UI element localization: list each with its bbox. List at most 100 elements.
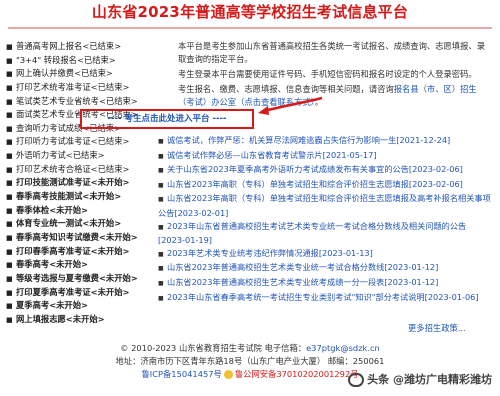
sidebar-item[interactable]: ■ 春季高考知识考试缴费<未开始> (6, 231, 154, 245)
sidebar-item[interactable]: ■ "3+4" 转段报名<已结束> (6, 54, 154, 68)
icp-link[interactable]: 鲁ICP备15041457号 (141, 369, 221, 379)
bullet-icon: ■ (158, 181, 164, 189)
news-item[interactable]: ■ 诚信考试作弊必惩—山东省教育考试警示片[2021-05-17] (158, 149, 492, 164)
sidebar-item[interactable]: ■ 等级考选报与夏考缴费<未开始> (6, 272, 154, 286)
watermark-text: 头条 @潍坊广电精彩潍坊 (367, 373, 492, 386)
bullet-icon: ■ (158, 167, 164, 175)
sidebar: ■ 普通高考网上报名<已结束> ■ "3+4" 转段报名<已结束> ■ 网上确认并缴费… (6, 40, 154, 326)
sidebar-item[interactable]: ■ 春季高考<未开始> (6, 258, 154, 272)
bullet-icon: ■ (158, 250, 164, 258)
sidebar-item-label[interactable]: 春季高考<未开始> (16, 259, 88, 269)
sidebar-item-label[interactable]: 打印听力考试准考证<已结束> (16, 136, 129, 146)
bullet-icon: ■ (6, 83, 13, 92)
bullet-icon: ■ (6, 315, 13, 324)
news-title[interactable]: 2023年山东省普通高校招生考试艺术类专业统一考试合格分数线及相关问题的公告[2… (158, 221, 466, 246)
sidebar-item[interactable]: ■ 打印艺术统考准考证<已结束> (6, 81, 154, 95)
sidebar-item[interactable]: ■ 打印夏季高考准考证<未开始> (6, 286, 154, 300)
sidebar-item[interactable]: ■ 打印听力考试准考证<已结束> (6, 135, 154, 149)
sidebar-item-label[interactable]: 打印夏季高考准考证<未开始> (16, 287, 129, 297)
sidebar-item[interactable]: ■ 网上填报志愿<未开始> (6, 313, 154, 327)
bullet-icon: ■ (6, 220, 13, 229)
notice-text-a: 考生报名、缴费、志愿填报、信息查询等相关问题，请咨询 (178, 84, 394, 94)
bullet-icon: ■ (6, 274, 13, 283)
bullet-icon: ■ (6, 70, 13, 79)
copyright-text: © 2010-2023 山东省教育招生考试院 电子信箱： (120, 343, 307, 353)
header-divider (8, 27, 492, 29)
footer-line-address: 地址：济南市历下区青年东路18号（山东广电产业大厦） 邮编：250061 (115, 356, 385, 366)
news-title[interactable]: 山东省2023年普通高校招生艺术类专业统考成绩一分一段表[2023-01-12] (167, 277, 438, 287)
bullet-icon: ■ (158, 279, 164, 287)
bullet-icon: ■ (6, 261, 13, 270)
bullet-icon: ■ (6, 165, 13, 174)
sidebar-item-label[interactable]: 外语听力考试<已结束> (16, 150, 105, 160)
news-item[interactable]: ■ 关于山东省2023年夏季高考外语听力考试成绩发布有关事宜的公告[2023-02… (158, 163, 492, 178)
news-item[interactable]: ■ 2023年山东省普通高校招生考试艺术类专业统一考试合格分数线及相关问题的公告[… (158, 220, 492, 247)
sidebar-item-label[interactable]: 打印艺术统考准考证<已结束> (16, 82, 129, 92)
bullet-icon: ■ (158, 265, 164, 273)
bullet-icon: ■ (6, 138, 13, 147)
bullet-icon: ■ (6, 288, 13, 297)
sidebar-item-label[interactable]: 等级考选报与夏考缴费<未开始> (16, 273, 138, 283)
sidebar-item[interactable]: ■ 打印春季高考准考证<未开始> (6, 245, 154, 259)
sidebar-item-label[interactable]: 打印技能测试准考证<未开始> (16, 177, 129, 187)
sidebar-item-label[interactable]: 网上填报志愿<未开始> (16, 314, 105, 324)
sidebar-item[interactable]: ■ 打印艺术统考合格证<已结束> (6, 163, 154, 177)
sidebar-item-label[interactable]: 网上确认并缴费<已结束> (16, 68, 113, 78)
news-item[interactable]: ■ 山东省2023年普通高校招生艺术类专业统一考试合格分数线[2023-01-12… (158, 261, 492, 276)
sidebar-item[interactable]: ■ 春季高考技能测试<未开始> (6, 190, 154, 204)
watermark: 头条 @潍坊广电精彩潍坊 (348, 371, 492, 387)
sidebar-item[interactable]: ■ 春季体检<未开始> (6, 204, 154, 218)
red-arrow-icon (258, 96, 323, 115)
sidebar-item[interactable]: ■ 普通高考网上报名<已结束> (6, 40, 154, 54)
sidebar-item-label[interactable]: 夏季高考<未开始> (16, 300, 88, 310)
news-item[interactable]: ■ 2023年山东省春季高考统一考试招生专业类别考试"知识"部分考试说明[2023… (158, 291, 492, 306)
news-item[interactable]: ■ 山东省2023年普通高校招生艺术类专业统考成绩一分一段表[2023-01-12… (158, 276, 492, 291)
sidebar-item-label[interactable]: 春季高考技能测试<未开始> (16, 191, 121, 201)
bullet-icon: ■ (158, 294, 164, 302)
sidebar-item-label[interactable]: 春季体检<未开始> (16, 205, 88, 215)
sidebar-item-label[interactable]: "3+4" 转段报名<已结束> (16, 55, 116, 65)
sidebar-item-label[interactable]: 普通高考网上报名<已结束> (16, 41, 121, 51)
sidebar-item-label[interactable]: 打印艺术统考合格证<已结束> (16, 164, 129, 174)
sidebar-item[interactable]: ■ 网上确认并缴费<已结束> (6, 67, 154, 81)
news-title[interactable]: 山东省2023年高职（专科）单独考试招生和综合评价招生志愿填报[2023-02-… (167, 179, 463, 189)
sidebar-item[interactable]: ■ 夏季高考<未开始> (6, 299, 154, 313)
bullet-icon: ■ (6, 233, 13, 242)
sidebar-item[interactable]: ■ 打印技能测试准考证<未开始> (6, 176, 154, 190)
sidebar-item[interactable]: ■ 笔试类艺术专业省统考<已结束> (6, 95, 154, 109)
more-policies-link[interactable]: 更多招生政策... (408, 322, 466, 334)
bullet-icon: ■ (158, 223, 164, 231)
news-title[interactable]: 诚信考试，作弊严惩：机关算尽法网难逃霸占失信行为影响一生[2021-12-24] (167, 135, 450, 145)
news-item[interactable]: ■ 诚信考试，作弊严惩：机关算尽法网难逃霸占失信行为影响一生[2021-12-24… (158, 134, 492, 149)
bullet-icon: ■ (6, 97, 13, 106)
notice-paragraph: 本平台是考生参加山东省普通高校招生各类统一考试报名、成绩查询、志愿填报、录取查询… (178, 41, 485, 64)
sidebar-item-label[interactable]: 笔试类艺术专业省统考<已结束> (16, 96, 138, 106)
page-title: 山东省2023年普通高等学校招生考试信息平台 (91, 3, 409, 21)
news-title[interactable]: 山东省2023年普通高校招生艺术类专业统一考试合格分数线[2023-01-12] (167, 262, 438, 272)
sidebar-item[interactable]: ■ 外语听力考试<已结束> (6, 149, 154, 163)
news-title[interactable]: 山东省2023年高职（专科）单独考试招生和综合评价招生志愿填报及高考补报名相关事… (158, 193, 491, 218)
bullet-icon: ■ (6, 247, 13, 256)
news-title[interactable]: 2023年山东省春季高考统一考试招生专业类别考试"知识"部分考试说明[2023-… (167, 292, 479, 302)
page-header: 山东省2023年普通高等学校招生考试信息平台 (0, 0, 500, 24)
news-list: ■ 诚信考试，作弊严惩：机关算尽法网难逃霸占失信行为影响一生[2021-12-24… (158, 134, 492, 305)
enter-platform-label: ---- 考生点击此处进入平台 ---- (107, 114, 227, 124)
news-title[interactable]: 诚信考试作弊必惩—山东省教育考试警示片[2021-05-17] (167, 150, 377, 160)
news-item[interactable]: ■ 山东省2023年高职（专科）单独考试招生和综合评价招生志愿填报[2023-02… (158, 178, 492, 193)
sidebar-item[interactable]: ■ 体育专业统一测试<未开始> (6, 217, 154, 231)
bullet-icon: ■ (158, 138, 164, 145)
record-link[interactable]: 鲁公网安备37010202001292号 (235, 369, 359, 379)
bullet-icon: ■ (6, 152, 13, 161)
news-title[interactable]: 关于山东省2023年夏季高考外语听力考试成绩发布有关事宜的公告[2023-02-… (167, 164, 463, 174)
news-item[interactable]: ■ 2023年艺术类专业统考违纪作弊情况通报[2023-01-13] (158, 247, 492, 262)
news-title[interactable]: 2023年艺术类专业统考违纪作弊情况通报[2023-01-13] (167, 248, 373, 258)
sidebar-item-label[interactable]: 打印春季高考准考证<未开始> (16, 246, 129, 256)
news-item[interactable]: ■ 山东省2023年高职（专科）单独考试招生和综合评价招生志愿填报及高考补报名相关… (158, 192, 492, 219)
toutiao-logo-icon (348, 373, 365, 387)
bullet-icon: ■ (6, 56, 13, 65)
sidebar-item-label[interactable]: 体育专业统一测试<未开始> (16, 218, 121, 228)
email-link[interactable]: e37ptgk@sdzk.cn (306, 343, 380, 353)
sidebar-item-label[interactable]: 春季高考知识考试缴费<未开始> (16, 232, 138, 242)
bullet-icon: ■ (6, 179, 13, 188)
enter-platform-button[interactable]: ---- 考生点击此处进入平台 ---- (80, 109, 254, 129)
